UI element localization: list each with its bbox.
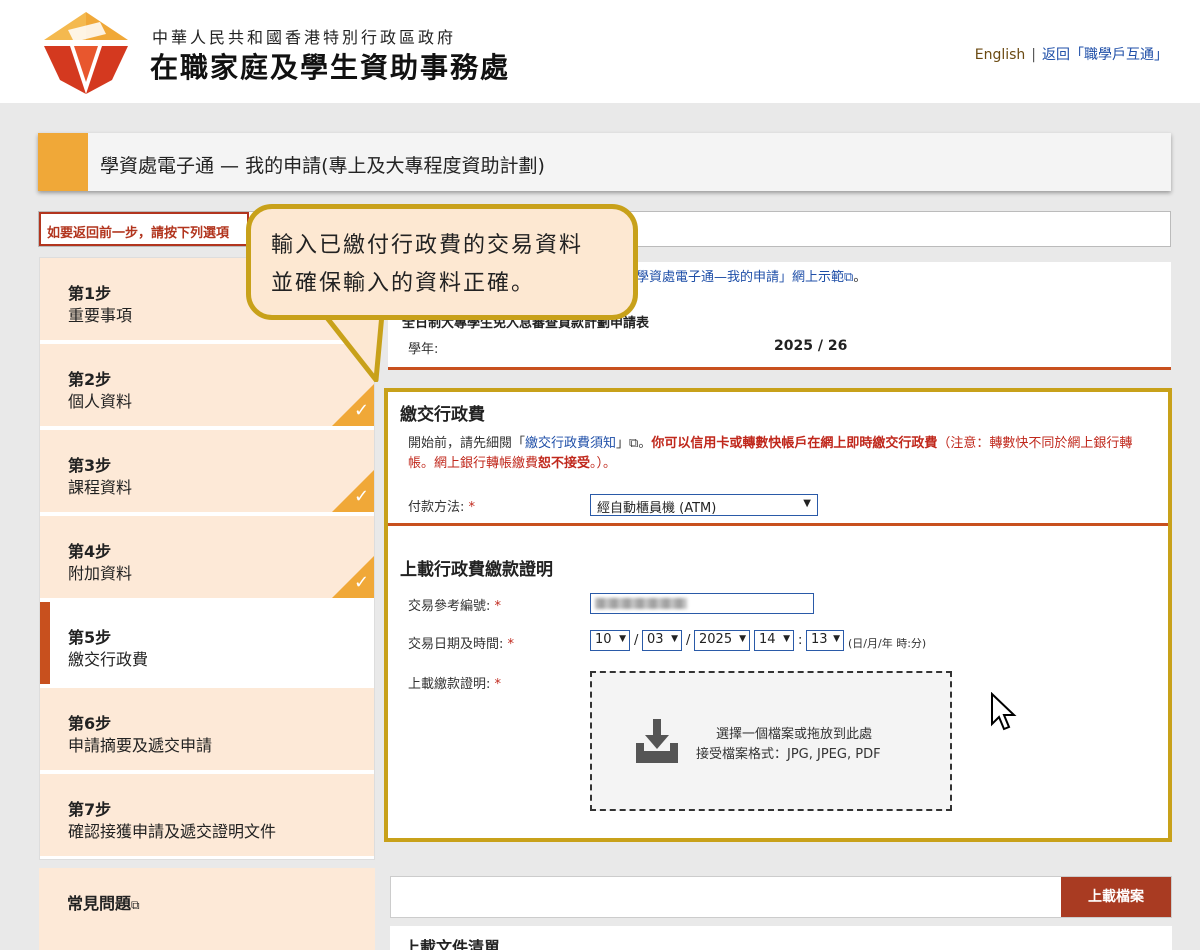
faq-link[interactable]: 常見問題⧉ — [39, 868, 375, 950]
link-separator: | — [1031, 47, 1036, 63]
org-title: 在職家庭及學生資助事務處 — [150, 51, 511, 84]
title-accent — [38, 133, 88, 191]
payment-heading: 繳交行政費 — [400, 405, 485, 425]
active-step-indicator — [40, 602, 50, 684]
external-link-icon: ⧉ — [844, 270, 854, 285]
demo-link-tail: 。 — [853, 270, 867, 285]
ref-number-label: 交易參考編號: * — [408, 599, 502, 614]
step-item-7[interactable]: 第7步確認接獲申請及遞交證明文件 — [40, 774, 374, 858]
step-item-3[interactable]: 第3步課程資料 ✓ — [40, 430, 374, 514]
external-link-icon: ⧉ — [131, 898, 140, 912]
intro-highlight: 你可以信用卡或轉數快帳戶在網上即時繳交行政費 — [651, 436, 938, 451]
top-links: English | 返回「職學戶互通」 — [975, 44, 1168, 64]
step-name: 附加資料 — [68, 564, 133, 583]
step-item-5[interactable]: 第5步繳交行政費 — [40, 602, 374, 686]
highlight-frame: 繳交行政費 開始前，請先細閱「繳交行政費須知」⧉。你可以信用卡或轉數快帳戶在網上… — [384, 388, 1172, 842]
check-icon: ✓ — [332, 556, 374, 598]
uploaded-docs-title: 上載文件清單 — [404, 938, 501, 950]
callout-tail — [322, 312, 386, 382]
back-to-portal-link[interactable]: 返回「職學戶互通」 — [1042, 47, 1168, 63]
minute-select[interactable]: 13 ▼ — [806, 630, 844, 651]
accepted-formats: 接受檔案格式：JPG, JPEG, PDF — [696, 747, 881, 762]
english-link[interactable]: English — [975, 47, 1026, 63]
mouse-cursor-icon — [991, 692, 1017, 731]
file-drop-zone[interactable]: 選擇一個檔案或拖放到此處 接受檔案格式：JPG, JPEG, PDF — [590, 671, 952, 811]
academic-year-label: 學年: — [408, 342, 439, 357]
wfsfaa-logo-icon — [44, 12, 128, 94]
page-title: 學資處電子通 — 我的申請(專上及大專程度資助計劃) — [100, 155, 545, 177]
payment-intro: 開始前，請先細閱「繳交行政費須知」⧉。你可以信用卡或轉數快帳戶在網上即時繳交行政… — [408, 434, 1158, 474]
proof-heading: 上載行政費繳款證明 — [400, 560, 553, 580]
chevron-down-icon: ▼ — [833, 634, 840, 644]
upload-bar: 上載檔案 — [390, 876, 1172, 918]
step-number: 第3步 — [68, 456, 112, 475]
intro-not-accepted: 恕不接受 — [538, 456, 591, 471]
intro-end: 。）。 — [590, 456, 617, 471]
datetime-label: 交易日期及時間: * — [408, 637, 515, 652]
instruction-callout: 輸入已繳付行政費的交易資料 並確保輸入的資料正確。 — [246, 204, 638, 320]
payment-method-value: 經自動櫃員機 (ATM) — [597, 501, 717, 516]
payment-method-select[interactable]: 經自動櫃員機 (ATM) ▼ — [590, 494, 818, 516]
hour-select[interactable]: 14 ▼ — [754, 630, 794, 651]
date-slash: / — [686, 633, 691, 648]
chevron-down-icon: ▼ — [619, 634, 626, 644]
year-select[interactable]: 2025 ▼ — [694, 630, 750, 651]
payment-section: 繳交行政費 開始前，請先細閱「繳交行政費須知」⧉。你可以信用卡或轉數快帳戶在網上… — [388, 392, 1168, 526]
step-number: 第2步 — [68, 370, 112, 389]
ref-number-input[interactable] — [590, 593, 814, 614]
uploaded-docs-section: 上載文件清單 — [390, 926, 1172, 950]
chevron-down-icon: ▼ — [803, 498, 811, 509]
step-number: 第7步 — [68, 800, 112, 819]
step-item-6[interactable]: 第6步申請摘要及遞交申請 — [40, 688, 374, 772]
proof-section: 上載行政費繳款證明 交易參考編號: * 交易日期及時間: * 10 ▼ / 03 ▼… — [388, 529, 1168, 838]
upload-file-button[interactable]: 上載檔案 — [1061, 877, 1171, 917]
payment-method-label: 付款方法: * — [408, 500, 476, 515]
intro-text-a: 開始前，請先細閱「 — [408, 436, 526, 451]
site-header: 中華人民共和國香港特別行政區政府 在職家庭及學生資助事務處 English | 返回… — [0, 0, 1200, 103]
redacted-value — [595, 598, 687, 609]
page-title-bar: 學資處電子通 — 我的申請(專上及大專程度資助計劃) — [38, 133, 1171, 191]
upload-proof-label: 上載繳款證明: * — [408, 677, 502, 692]
step-number: 第6步 — [68, 714, 112, 733]
step-name: 申請摘要及遞交申請 — [68, 736, 213, 755]
drop-instruction: 選擇一個檔案或拖放到此處 — [716, 727, 873, 742]
month-select[interactable]: 03 ▼ — [642, 630, 682, 651]
step-number: 第4步 — [68, 542, 112, 561]
org-subtitle: 中華人民共和國香港特別行政區政府 — [152, 28, 457, 47]
intro-text-b: 」⧉。 — [616, 436, 652, 451]
step-name: 繳交行政費 — [68, 650, 149, 669]
step-number: 第1步 — [68, 284, 112, 303]
chevron-down-icon: ▼ — [671, 634, 678, 644]
date-slash: / — [634, 633, 639, 648]
step-item-4[interactable]: 第4步附加資料 ✓ — [40, 516, 374, 600]
callout-line-1: 輸入已繳付行政費的交易資料 — [271, 233, 584, 258]
step-name: 個人資料 — [68, 392, 133, 411]
day-select[interactable]: 10 ▼ — [590, 630, 630, 651]
time-colon: : — [798, 633, 803, 648]
check-icon: ✓ — [332, 384, 374, 426]
faq-label: 常見問題 — [67, 894, 132, 913]
demo-link[interactable]: 學資處電子通—我的申請」網上示範 — [636, 270, 844, 285]
back-step-label: 如要返回前一步，請按下列選項 — [39, 212, 249, 246]
chevron-down-icon: ▼ — [739, 634, 746, 644]
download-tray-icon — [636, 719, 678, 763]
fee-notes-link[interactable]: 繳交行政費須知 — [525, 436, 616, 451]
step-number: 第5步 — [68, 628, 112, 647]
datetime-format-hint: (日/月/年 時:分) — [848, 637, 927, 650]
step-name: 確認接獲申請及遞交證明文件 — [68, 822, 277, 841]
academic-year-value: 2025 / 26 — [774, 338, 848, 354]
chevron-down-icon: ▼ — [783, 634, 790, 644]
step-name: 課程資料 — [68, 478, 133, 497]
callout-line-2: 並確保輸入的資料正確。 — [271, 271, 536, 296]
check-icon: ✓ — [332, 470, 374, 512]
step-name: 重要事項 — [68, 306, 133, 325]
